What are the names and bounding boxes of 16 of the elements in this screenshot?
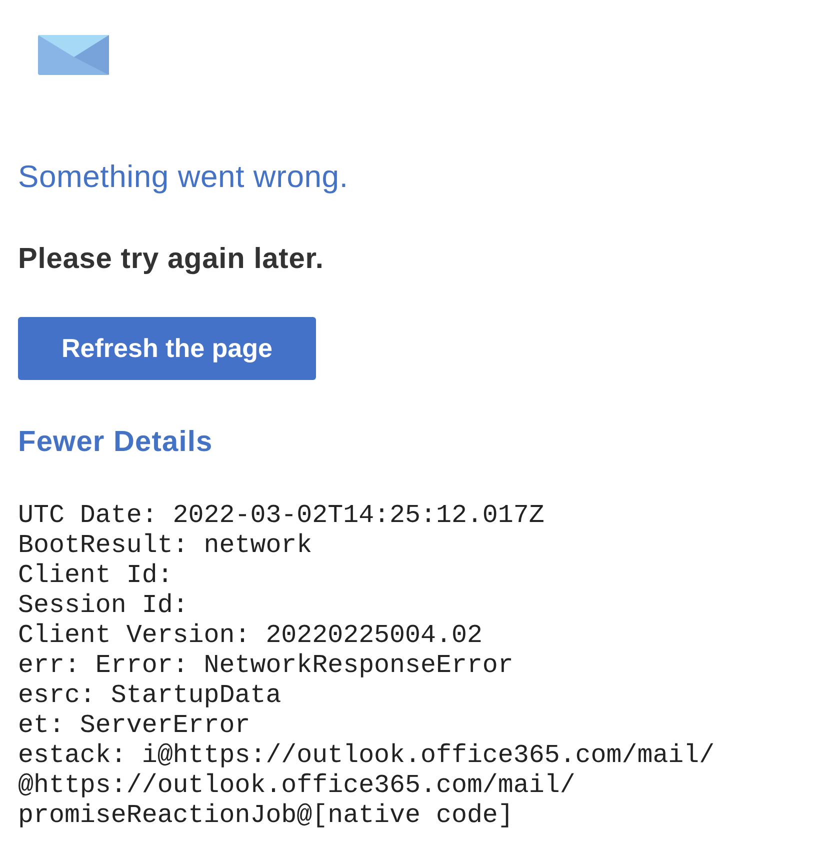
error-heading: Something went wrong. bbox=[18, 159, 348, 195]
details-line: estack: i@https://outlook.office365.com/mail/ bbox=[18, 741, 715, 771]
details-line: Client Id: bbox=[18, 561, 173, 591]
details-line: BootResult: network bbox=[18, 531, 312, 561]
error-message: Please try again later. bbox=[18, 242, 324, 276]
details-line: UTC Date: 2022-03-02T14:25:12.017Z bbox=[18, 501, 544, 531]
envelope-icon bbox=[38, 35, 109, 75]
details-line: @https://outlook.office365.com/mail/ bbox=[18, 771, 576, 801]
details-line: promiseReactionJob@[native code] bbox=[18, 801, 514, 831]
details-line: err: Error: NetworkResponseError bbox=[18, 651, 514, 681]
details-line: esrc: StartupData bbox=[18, 681, 282, 711]
details-line: Session Id: bbox=[18, 591, 188, 621]
details-line: Client Version: 20220225004.02 bbox=[18, 621, 482, 651]
refresh-button[interactable]: Refresh the page bbox=[18, 317, 316, 380]
details-line: et: ServerError bbox=[18, 711, 250, 741]
details-toggle-link[interactable]: Fewer Details bbox=[18, 425, 213, 459]
